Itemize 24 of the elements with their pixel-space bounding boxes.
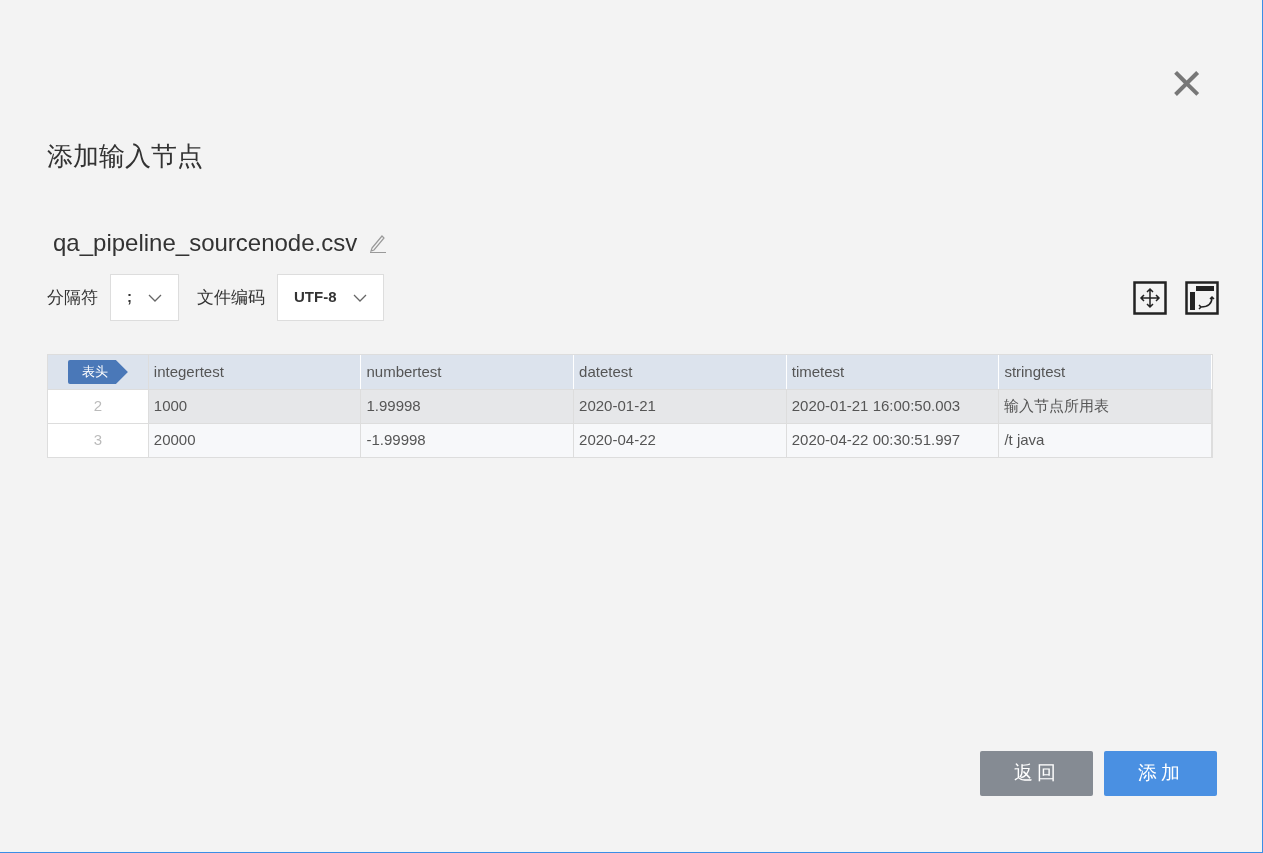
edit-pencil-icon[interactable] xyxy=(369,233,388,253)
table-cell: 2020-04-22 xyxy=(574,424,787,457)
caret-icon xyxy=(352,293,367,302)
file-name: qa_pipeline_sourcenode.csv xyxy=(53,228,358,258)
dropdown-select[interactable]: UTF-8 xyxy=(277,274,384,321)
row-number: 2 xyxy=(48,390,149,423)
caret-icon xyxy=(148,293,162,302)
close-button[interactable]: × xyxy=(1170,58,1203,108)
table-cell: /t java xyxy=(999,424,1212,457)
table-row[interactable]: 2 1000 1.99998 2020-01-21 2020-01-21 16:00:50.003 输入节点所用表 xyxy=(48,389,1212,423)
dropdown-select[interactable]: ; xyxy=(110,274,179,321)
table-row[interactable]: 3 20000 -1.99998 2020-04-22 2020-04-22 00:30:51.997 /t java xyxy=(48,423,1212,457)
option-label: 文件编码 xyxy=(197,286,265,309)
add-button[interactable]: 添加 xyxy=(1104,751,1217,796)
row-number: 3 xyxy=(48,424,149,457)
table-cell: 2020-04-22 00:30:51.997 xyxy=(786,424,1000,457)
back-button[interactable]: 返回 xyxy=(980,751,1093,796)
table-cell: 20000 xyxy=(148,424,362,457)
header-badge: 表头 xyxy=(67,360,128,384)
option-label: 分隔符 xyxy=(47,286,98,309)
dialog-title: 添加输入节点 xyxy=(47,140,204,173)
layout-swap-icon[interactable] xyxy=(1185,280,1219,315)
expand-arrows-icon[interactable] xyxy=(1133,280,1167,315)
table-cell: -1.99998 xyxy=(361,424,575,457)
